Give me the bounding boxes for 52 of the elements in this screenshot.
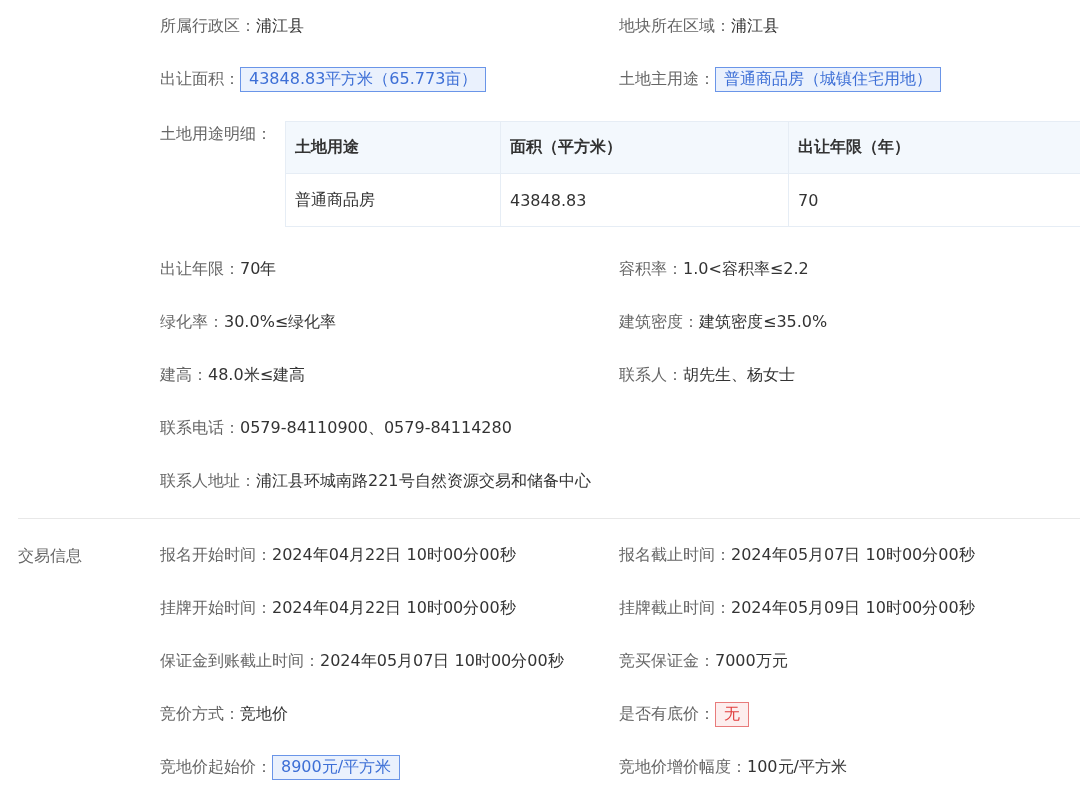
field-label: 竞价方式： (160, 704, 240, 725)
field-label: 地块所在区域： (619, 16, 731, 37)
field-value: 30.0%≤绿化率 (224, 312, 337, 333)
field-label: 挂牌开始时间： (160, 598, 272, 619)
field-value: 2024年05月07日 10时00分00秒 (320, 651, 564, 672)
value-tag: 8900元/平方米 (272, 755, 401, 780)
field-label: 出让年限： (160, 259, 240, 280)
field-label: 土地主用途： (619, 69, 715, 90)
field-value: 0579-84110900、0579-84114280 (240, 418, 512, 439)
field-label: 绿化率： (160, 312, 224, 333)
field-label: 竞地价起始价： (160, 757, 272, 778)
field-value: 建筑密度≤35.0% (699, 312, 828, 333)
column-header: 面积（平方米） (501, 122, 789, 174)
field-label: 联系人： (619, 365, 683, 386)
value-tag: 普通商品房（城镇住宅用地） (715, 67, 941, 92)
field-value: 48.0米≤建高 (208, 365, 306, 386)
field-value: 100元/平方米 (747, 757, 847, 778)
field-value: 7000万元 (715, 651, 788, 672)
field-value: 70年 (240, 259, 277, 280)
field-value: 浦江县 (256, 16, 304, 37)
section-title: 交易信息 (18, 545, 82, 567)
field-label: 报名截止时间： (619, 545, 731, 566)
field-value: 2024年04月22日 10时00分00秒 (272, 545, 516, 566)
field-label: 出让面积： (160, 69, 240, 90)
table-cell: 70 (789, 174, 1080, 226)
field-value: 竞地价 (240, 704, 288, 725)
field-label: 土地用途明细： (160, 124, 273, 145)
field-label: 竞买保证金： (619, 651, 715, 672)
table-cell: 普通商品房 (286, 174, 501, 226)
field-label: 所属行政区： (160, 16, 256, 37)
field-value: 浦江县环城南路221号自然资源交易和储备中心 (256, 471, 591, 492)
value-tag: 43848.83平方米（65.773亩） (240, 67, 487, 92)
field-value: 2024年05月07日 10时00分00秒 (731, 545, 975, 566)
field-label: 容积率： (619, 259, 683, 280)
column-header: 出让年限（年） (789, 122, 1080, 174)
field-value: 胡先生、杨女士 (683, 365, 795, 386)
field-label: 建筑密度： (619, 312, 699, 333)
field-value: 浦江县 (731, 16, 779, 37)
field-label: 建高： (160, 365, 208, 386)
field-value: 1.0<容积率≤2.2 (683, 259, 809, 280)
field-value: 2024年04月22日 10时00分00秒 (272, 598, 516, 619)
table-cell: 43848.83 (501, 174, 789, 226)
field-label: 挂牌截止时间： (619, 598, 731, 619)
field-label: 竞地价增价幅度： (619, 757, 747, 778)
column-header: 土地用途 (286, 122, 501, 174)
field-label: 联系人地址： (160, 471, 256, 492)
field-label: 是否有底价： (619, 704, 715, 725)
field-label: 报名开始时间： (160, 545, 272, 566)
field-value: 2024年05月09日 10时00分00秒 (731, 598, 975, 619)
field-label: 联系电话： (160, 418, 240, 439)
value-tag: 无 (715, 702, 749, 727)
field-label: 保证金到账截止时间： (160, 651, 320, 672)
